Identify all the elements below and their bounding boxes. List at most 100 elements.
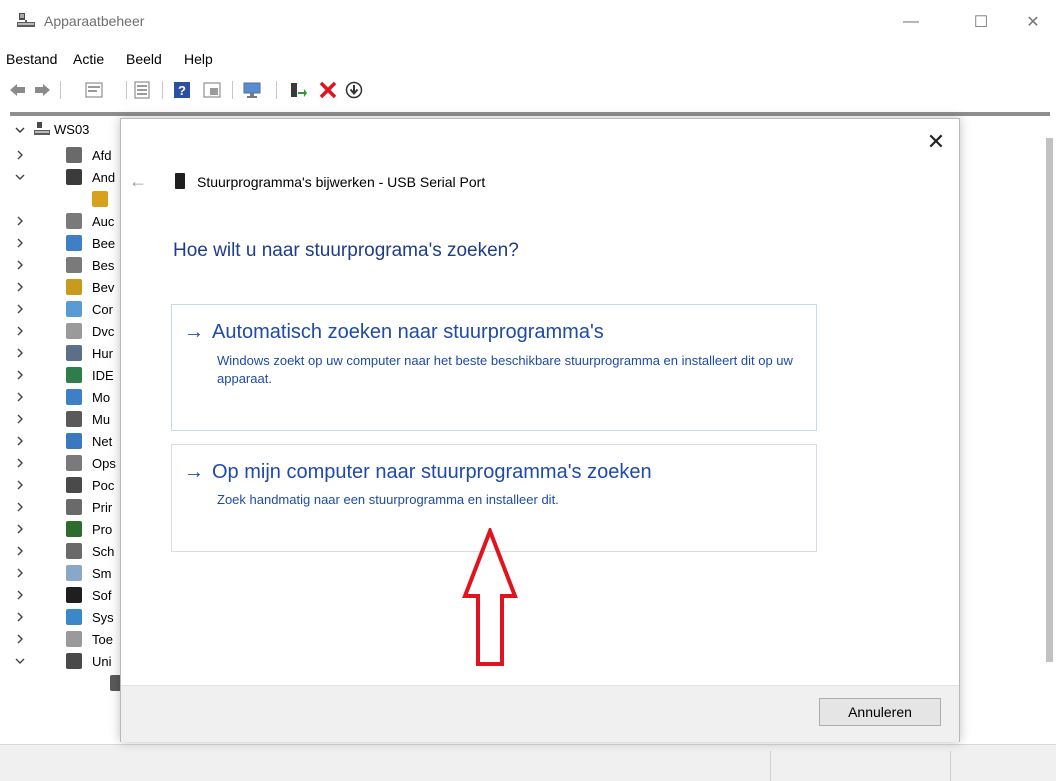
tree-item-label[interactable]: Bee xyxy=(92,236,115,251)
chevron-down-icon[interactable] xyxy=(14,171,26,183)
forward-arrow-icon[interactable] xyxy=(32,80,52,100)
menu-help[interactable]: Help xyxy=(184,51,213,67)
software-icon xyxy=(66,587,82,603)
tree-item-label[interactable]: Hur xyxy=(92,346,113,361)
properties-icon[interactable] xyxy=(84,80,104,100)
computer-icon xyxy=(66,301,82,317)
update-driver-icon[interactable] xyxy=(288,80,308,100)
chevron-right-icon[interactable] xyxy=(14,479,26,491)
tree-item-label[interactable]: Sof xyxy=(92,588,112,603)
minimize-button[interactable]: — xyxy=(888,6,934,38)
maximize-icon: ☐ xyxy=(973,14,989,31)
svg-text:?: ? xyxy=(178,83,186,98)
tree-root-label[interactable]: WS03 xyxy=(54,122,89,137)
tree-item-label[interactable]: Sch xyxy=(92,544,114,559)
close-button[interactable]: ✕ xyxy=(1010,6,1056,38)
hid-icon xyxy=(66,345,82,361)
tree-item-label[interactable]: Mu xyxy=(92,412,110,427)
close-icon: ✕ xyxy=(926,129,946,154)
help-icon[interactable]: ? xyxy=(172,80,192,100)
window-title: Apparaatbeheer xyxy=(44,13,145,29)
tree-item-label[interactable]: Prir xyxy=(92,500,112,515)
status-bar xyxy=(0,744,1056,781)
chevron-right-icon[interactable] xyxy=(14,325,26,337)
chevron-right-icon[interactable] xyxy=(14,215,26,227)
chevron-right-icon[interactable] xyxy=(14,259,26,271)
scrollbar-thumb[interactable] xyxy=(1046,138,1053,662)
menu-actie[interactable]: Actie xyxy=(73,51,104,67)
tree-item-label[interactable]: And xyxy=(92,170,115,185)
menu-bestand[interactable]: Bestand xyxy=(6,51,57,67)
printer-icon xyxy=(66,147,82,163)
ide-icon xyxy=(66,367,82,383)
dialog-footer: Annuleren xyxy=(121,685,959,742)
auto-search-option[interactable]: → Automatisch zoeken naar stuurprogramma'… xyxy=(171,304,817,431)
smartcard-icon xyxy=(66,565,82,581)
chevron-right-icon[interactable] xyxy=(14,457,26,469)
browse-computer-title: → Op mijn computer naar stuurprogramma's … xyxy=(184,461,652,483)
security-icon xyxy=(66,279,82,295)
tree-item-label[interactable]: Cor xyxy=(92,302,113,317)
tree-item-label[interactable]: Net xyxy=(92,434,112,449)
chevron-right-icon[interactable] xyxy=(14,435,26,447)
tree-item-label[interactable]: Bes xyxy=(92,258,114,273)
chevron-right-icon[interactable] xyxy=(14,567,26,579)
tree-item-label[interactable]: Sys xyxy=(92,610,114,625)
download-icon[interactable] xyxy=(344,80,364,100)
printer-icon xyxy=(66,499,82,515)
tree-item-label[interactable]: Uni xyxy=(92,654,112,669)
chevron-down-icon[interactable] xyxy=(14,655,26,667)
vertical-scrollbar[interactable] xyxy=(1044,118,1056,742)
list-icon[interactable] xyxy=(132,80,152,100)
uninstall-icon[interactable] xyxy=(318,80,338,100)
portable-icon xyxy=(66,477,82,493)
chevron-right-icon[interactable] xyxy=(14,589,26,601)
audio-icon xyxy=(66,213,82,229)
cancel-button[interactable]: Annuleren xyxy=(819,698,941,726)
monitor-icon xyxy=(66,389,82,405)
tree-item-label[interactable]: Afd xyxy=(92,148,112,163)
disk-icon xyxy=(66,543,82,559)
chevron-right-icon[interactable] xyxy=(14,501,26,513)
tree-item-label[interactable]: Pro xyxy=(92,522,112,537)
chevron-right-icon[interactable] xyxy=(14,545,26,557)
auto-search-title: → Automatisch zoeken naar stuurprogramma'… xyxy=(184,321,604,343)
chevron-right-icon[interactable] xyxy=(14,611,26,623)
chevron-right-icon[interactable] xyxy=(14,413,26,425)
scan-hardware-icon[interactable] xyxy=(242,80,262,100)
chevron-right-icon[interactable] xyxy=(14,391,26,403)
browse-computer-description: Zoek handmatig naar een stuurprogramma e… xyxy=(217,492,559,507)
tree-item-label[interactable]: Bev xyxy=(92,280,114,295)
keyboard-icon xyxy=(66,631,82,647)
tree-item-label[interactable]: Poc xyxy=(92,478,114,493)
storage-icon xyxy=(66,455,82,471)
chevron-right-icon[interactable] xyxy=(14,523,26,535)
back-arrow-icon[interactable]: ← xyxy=(129,171,147,192)
audio-icon xyxy=(66,257,82,273)
tree-item-label[interactable]: Dvc xyxy=(92,324,114,339)
chevron-right-icon[interactable] xyxy=(14,633,26,645)
tree-item-label[interactable]: Toe xyxy=(92,632,113,647)
tree-item-label[interactable]: Ops xyxy=(92,456,116,471)
back-arrow-icon[interactable] xyxy=(8,80,28,100)
dialog-close-button[interactable]: ✕ xyxy=(921,127,951,157)
close-icon: ✕ xyxy=(1026,14,1040,31)
usb-device-icon xyxy=(175,173,185,189)
tree-item-label[interactable]: Sm xyxy=(92,566,112,581)
annotation-arrow-icon xyxy=(462,528,518,666)
chevron-right-icon[interactable] xyxy=(14,281,26,293)
tree-item-label[interactable]: IDE xyxy=(92,368,114,383)
menu-beeld[interactable]: Beeld xyxy=(126,51,162,67)
chevron-right-icon[interactable] xyxy=(14,369,26,381)
device-manager-icon xyxy=(17,13,35,27)
tree-item-label[interactable]: Mo xyxy=(92,390,110,405)
chevron-right-icon[interactable] xyxy=(14,303,26,315)
chevron-down-icon[interactable] xyxy=(14,124,26,136)
chevron-right-icon[interactable] xyxy=(14,149,26,161)
monitor-icon xyxy=(66,235,82,251)
maximize-button[interactable]: ☐ xyxy=(958,6,1004,38)
chevron-right-icon[interactable] xyxy=(14,237,26,249)
view-icon[interactable] xyxy=(202,80,222,100)
chevron-right-icon[interactable] xyxy=(14,347,26,359)
tree-item-label[interactable]: Auc xyxy=(92,214,114,229)
